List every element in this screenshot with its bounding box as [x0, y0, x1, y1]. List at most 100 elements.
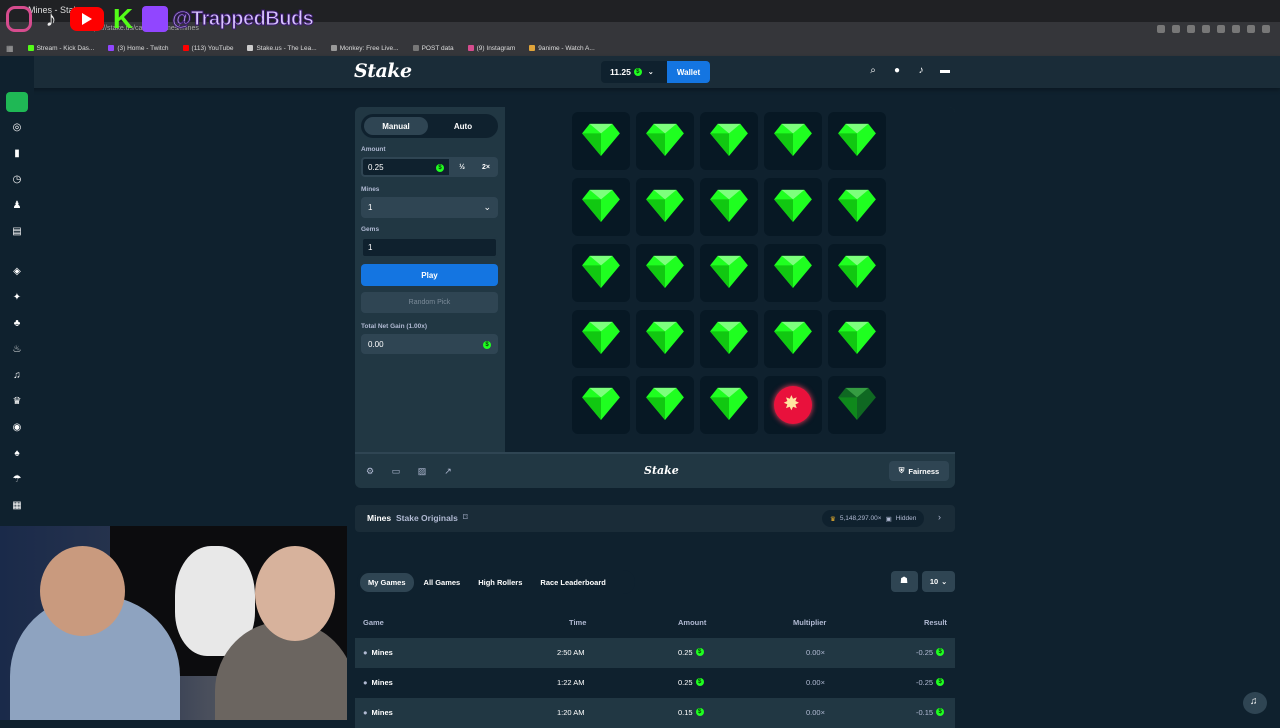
mine-tile-gem[interactable] [572, 178, 630, 236]
extension-icon[interactable] [1157, 25, 1165, 33]
extension-icon[interactable] [1172, 25, 1180, 33]
sidebar: ◎ ▮ ◷ ♟ ▤ ◈ ✦ ♣ ♨ ♫ ♛ ◉ ♠ ☂ ▦ [0, 56, 34, 526]
roulette-icon[interactable]: ◉ [11, 422, 23, 434]
filter-button[interactable]: ☗ [891, 571, 918, 592]
hot-icon[interactable]: ♨ [11, 344, 23, 356]
mine-tile-gem[interactable] [828, 244, 886, 302]
stats-icon[interactable]: ▨ [417, 466, 427, 476]
time-cell: 1:20 AM [557, 708, 585, 717]
recent-icon[interactable]: ◷ [11, 174, 23, 186]
mine-tile-gem[interactable] [572, 244, 630, 302]
challenges-icon[interactable]: ♟ [11, 200, 23, 212]
live-support-button[interactable]: ♫ [1243, 692, 1267, 714]
random-pick-button[interactable]: Random Pick [361, 292, 498, 313]
bookmark-icon[interactable]: ⌑ [463, 512, 468, 523]
mine-tile-gem[interactable] [572, 376, 630, 434]
column-header: Result [924, 618, 947, 627]
mine-tile-gem[interactable] [828, 178, 886, 236]
mines-select[interactable]: 1 ⌄ [361, 197, 498, 218]
mine-tile-mine[interactable] [764, 376, 822, 434]
mine-tile-gem[interactable] [828, 310, 886, 368]
table-games-icon[interactable]: ☂ [11, 474, 23, 486]
table-row[interactable]: ● Mines 1:22 AM 0.25 $ 0.00× -0.25 $ [355, 668, 955, 698]
my-bets-icon[interactable]: ▤ [11, 226, 23, 238]
mine-tile-gem[interactable] [764, 178, 822, 236]
table-row[interactable]: ● Mines 1:20 AM 0.15 $ 0.00× -0.15 $ [355, 698, 955, 728]
mine-tile-gem-dim[interactable] [828, 376, 886, 434]
rows-count-select[interactable]: 10 ⌄ [922, 571, 955, 592]
tab-race-leaderboard[interactable]: Race Leaderboard [532, 573, 613, 592]
mine-tile-gem[interactable] [700, 310, 758, 368]
bookmark[interactable]: (3) Home - Twitch [108, 45, 169, 52]
mine-tile-gem[interactable] [764, 244, 822, 302]
search-icon[interactable]: ⌕ [868, 66, 878, 76]
bookmark[interactable]: Stream - Kick Das... [27, 45, 94, 52]
extension-icon[interactable] [1187, 25, 1195, 33]
mine-tile-gem[interactable] [636, 178, 694, 236]
gem-icon [710, 188, 748, 227]
bookmark[interactable]: Monkey: Free Live... [330, 45, 399, 52]
game-info-bar[interactable]: Mines Stake Originals ⌑ ♛ 5,148,297.00× … [355, 505, 955, 532]
originals-icon[interactable]: ◈ [11, 266, 23, 278]
apps-grid-icon[interactable]: ▦ [6, 44, 14, 53]
chat-icon[interactable]: ▬ [940, 66, 950, 76]
time-cell: 1:22 AM [557, 678, 585, 687]
blackjack-icon[interactable]: ♠ [11, 448, 23, 460]
live-casino-icon[interactable]: ♫ [11, 370, 23, 382]
game-shows-icon[interactable]: ♛ [11, 396, 23, 408]
bet-amount-input[interactable]: 0.25 $ [361, 157, 451, 177]
mine-tile-gem[interactable] [764, 310, 822, 368]
extension-icon[interactable] [1247, 25, 1255, 33]
tiktok-icon: ♪ [45, 6, 57, 31]
tab-my-games[interactable]: My Games [360, 572, 414, 592]
tab-auto[interactable]: Auto [430, 117, 496, 135]
mine-tile-gem[interactable] [636, 376, 694, 434]
slots-icon[interactable]: ♣ [11, 318, 23, 330]
stake-logo[interactable]: Stake [354, 60, 412, 82]
mine-tile-gem[interactable] [572, 112, 630, 170]
tab-high-rollers[interactable]: High Rollers [470, 573, 530, 592]
mine-tile-gem[interactable] [764, 112, 822, 170]
chevron-right-icon[interactable]: › [938, 512, 941, 522]
table-row[interactable]: ● Mines 2:50 AM 0.25 $ 0.00× -0.25 $ [355, 638, 955, 668]
bookmark[interactable]: (9) Instagram [467, 45, 515, 52]
bookmark[interactable]: (113) YouTube [182, 45, 233, 52]
play-button[interactable]: Play [361, 264, 498, 286]
extension-icon[interactable] [1262, 25, 1270, 33]
fairness-button[interactable]: ⛨ Fairness [889, 461, 949, 481]
mine-tile-gem[interactable] [700, 244, 758, 302]
game-cell: ● Mines [363, 678, 393, 687]
multiplier-cell: 0.00× [806, 708, 825, 717]
popout-icon[interactable]: ↗ [443, 466, 453, 476]
mine-tile-gem[interactable] [700, 376, 758, 434]
mine-tile-gem[interactable] [636, 310, 694, 368]
extension-icon[interactable] [1202, 25, 1210, 33]
mine-tile-gem[interactable] [572, 310, 630, 368]
extension-icon[interactable] [1232, 25, 1240, 33]
providers-icon[interactable]: ▦ [11, 500, 23, 512]
theatre-mode-icon[interactable]: ▭ [391, 466, 401, 476]
mine-tile-gem[interactable] [700, 112, 758, 170]
balance-display[interactable]: 11.25 $ ⌄ [601, 61, 667, 83]
double-bet-button[interactable]: 2× [474, 157, 498, 177]
half-bet-button[interactable]: ½ [450, 157, 474, 177]
notification-bell-icon[interactable]: ♪ [916, 66, 926, 76]
promotions-icon[interactable]: ◎ [11, 122, 23, 134]
amount-cell: 0.15 $ [678, 708, 704, 717]
favourites-icon[interactable]: ▮ [11, 148, 23, 160]
wallet-button[interactable]: Wallet [667, 61, 710, 83]
extension-icon[interactable] [1217, 25, 1225, 33]
bookmark[interactable]: Stake.us - The Lea... [247, 45, 317, 52]
settings-icon[interactable]: ⚙ [365, 466, 375, 476]
bookmark[interactable]: POST data [412, 45, 454, 52]
tab-manual[interactable]: Manual [364, 117, 428, 135]
mine-tile-gem[interactable] [828, 112, 886, 170]
mine-tile-gem[interactable] [636, 244, 694, 302]
new-releases-icon[interactable]: ✦ [11, 292, 23, 304]
mine-tile-gem[interactable] [700, 178, 758, 236]
casino-home-button[interactable] [6, 92, 28, 112]
mine-tile-gem[interactable] [636, 112, 694, 170]
tab-all-games[interactable]: All Games [416, 573, 469, 592]
bookmark[interactable]: 9anime - Watch A... [529, 45, 595, 52]
user-icon[interactable]: ● [892, 66, 902, 76]
